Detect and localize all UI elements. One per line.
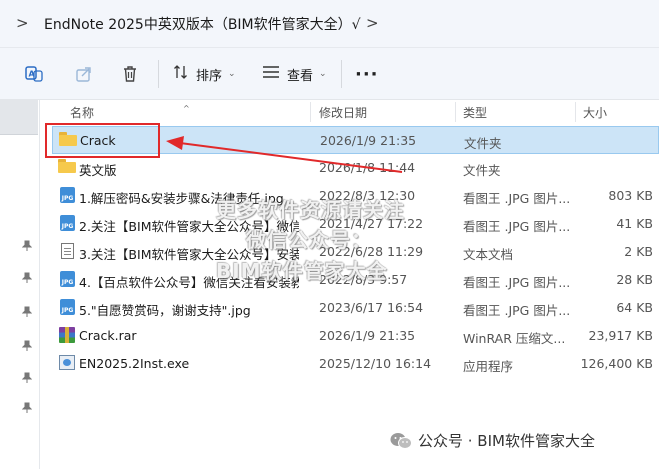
file-row[interactable]: JPG 5."自愿赞赏码，谢谢支持".jpg 2023/6/17 16:54 看图王 …: [52, 294, 659, 322]
column-modified[interactable]: 修改日期: [319, 104, 367, 121]
translate-icon[interactable]: A: [24, 64, 44, 84]
pane-divider[interactable]: [39, 100, 40, 469]
column-name[interactable]: 名称: [70, 104, 94, 121]
watermark-text: 更多软件资源请关注: [216, 198, 405, 222]
file-size: 41 KB: [616, 216, 653, 231]
file-size: 64 KB: [616, 300, 653, 315]
file-type: 文本文档: [463, 247, 514, 262]
pin-icon[interactable]: [21, 272, 33, 287]
column-header: ^ 名称 修改日期 类型 大小: [40, 100, 659, 124]
nav-divider: [0, 134, 38, 135]
jpg-file-icon: JPG: [58, 299, 76, 315]
file-modified-date: 2026/1/8 11:44: [319, 160, 416, 175]
jpg-file-icon: JPG: [58, 271, 76, 287]
file-type: 文件夹: [463, 163, 501, 178]
more-options-button[interactable]: ···: [355, 64, 379, 85]
column-separator[interactable]: [575, 102, 576, 122]
file-modified-date: 2026/1/9 21:35: [319, 328, 416, 343]
column-separator[interactable]: [310, 102, 311, 122]
file-name: 5."自愿赞赏码，谢谢支持".jpg: [79, 303, 251, 318]
pin-icon[interactable]: [21, 372, 33, 387]
pin-icon[interactable]: [21, 340, 33, 355]
rar-archive-icon: [58, 327, 76, 343]
file-type: 看图王 .JPG 图片...: [463, 219, 571, 234]
file-size: 2 KB: [624, 244, 653, 259]
file-type: WinRAR 压缩文...: [463, 331, 566, 346]
file-type: 文件夹: [464, 136, 502, 151]
address-bar[interactable]: > EndNote 2025中英双版本（BIM软件管家大全）√ >: [0, 0, 659, 48]
file-size: 803 KB: [608, 188, 653, 203]
navigation-pane: [0, 100, 40, 469]
pin-icon[interactable]: [21, 402, 33, 417]
annotation-highlight-box: [45, 123, 160, 158]
pin-icon[interactable]: [21, 240, 33, 255]
watermark-text: BIM软件管家大全: [216, 259, 388, 283]
view-list-icon: [262, 65, 280, 83]
file-size: 28 KB: [616, 272, 653, 287]
nav-item-selected[interactable]: [0, 100, 38, 134]
sort-icon: [173, 64, 189, 84]
share-icon[interactable]: [74, 64, 94, 84]
breadcrumb-chevron-icon[interactable]: >: [16, 14, 29, 32]
wechat-icon: [390, 432, 412, 450]
file-type: 看图王 .JPG 图片...: [463, 303, 571, 318]
folder-icon: [58, 159, 76, 175]
file-size: 23,917 KB: [588, 328, 653, 343]
file-modified-date: 2025/12/10 16:14: [319, 356, 432, 371]
jpg-file-icon: JPG: [58, 187, 76, 203]
file-type: 应用程序: [463, 359, 514, 374]
jpg-file-icon: JPG: [58, 215, 76, 231]
toolbar-divider: [158, 60, 159, 88]
toolbar-divider: [341, 60, 342, 88]
column-type[interactable]: 类型: [463, 104, 487, 121]
text-file-icon: [58, 243, 76, 259]
column-size[interactable]: 大小: [583, 104, 607, 121]
footer-watermark-text: 公众号 · BIM软件管家大全: [418, 432, 595, 450]
file-name: EN2025.2Inst.exe: [79, 356, 190, 371]
command-toolbar: A 排序 ⌄ 查看 ⌄ ···: [0, 48, 659, 100]
exe-app-icon: [58, 355, 76, 371]
sort-label: 排序: [196, 68, 223, 84]
delete-icon[interactable]: [120, 64, 140, 84]
file-size: 126,400 KB: [580, 356, 653, 371]
file-name: Crack.rar: [79, 328, 137, 343]
sort-dropdown-chevron-icon: ⌄: [228, 69, 236, 79]
view-dropdown-chevron-icon: ⌄: [319, 69, 327, 79]
sort-button[interactable]: 排序 ⌄: [173, 62, 236, 86]
column-separator[interactable]: [455, 102, 456, 122]
file-row[interactable]: Crack.rar 2026/1/9 21:35 WinRAR 压缩文... 23,9…: [52, 322, 659, 350]
breadcrumb-next-chevron-icon[interactable]: >: [366, 14, 379, 32]
file-type: 看图王 .JPG 图片...: [463, 275, 571, 290]
pin-icon[interactable]: [21, 306, 33, 321]
footer-watermark: 公众号 · BIM软件管家大全: [390, 430, 595, 451]
file-modified-date: 2026/1/9 21:35: [320, 133, 417, 148]
sort-ascending-icon: ^: [183, 104, 190, 113]
file-modified-date: 2023/6/17 16:54: [319, 300, 424, 315]
file-name: 英文版: [79, 163, 117, 178]
file-type: 看图王 .JPG 图片...: [463, 191, 571, 206]
view-button[interactable]: 查看 ⌄: [262, 62, 327, 86]
breadcrumb-current-folder[interactable]: EndNote 2025中英双版本（BIM软件管家大全）√: [44, 14, 361, 34]
file-row[interactable]: 英文版 2026/1/8 11:44 文件夹: [52, 154, 659, 182]
watermark-text: 微信公众号：: [246, 228, 372, 252]
view-label: 查看: [287, 68, 314, 84]
file-row[interactable]: EN2025.2Inst.exe 2025/12/10 16:14 应用程序 126,…: [52, 350, 659, 378]
